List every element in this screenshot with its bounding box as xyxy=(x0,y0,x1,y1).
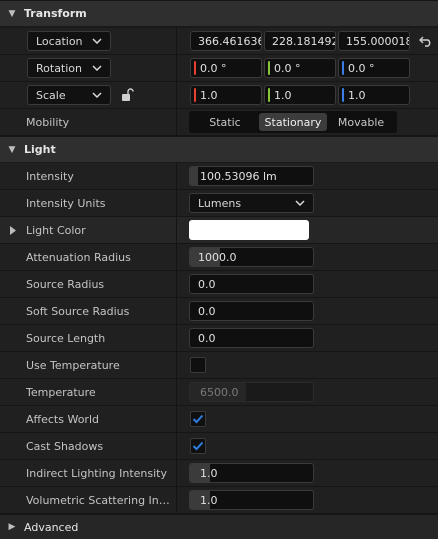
source-radius-value: 0.0 xyxy=(198,277,216,291)
soft-source-radius-label: Soft Source Radius xyxy=(26,304,130,318)
attenuation-radius-field[interactable]: 1000.0 xyxy=(189,247,314,267)
source-radius-row: Source Radius 0.0 xyxy=(0,271,438,298)
chevron-down-icon xyxy=(92,92,102,98)
rotation-y-value: 0.0 ° xyxy=(274,61,301,75)
mobility-label: Mobility xyxy=(26,115,70,129)
scale-label: Scale xyxy=(36,88,66,102)
location-z-field[interactable]: 155.000018 xyxy=(338,31,410,51)
rotation-x-value: 0.0 ° xyxy=(200,61,227,75)
scale-y-value: 1.0 xyxy=(274,88,292,102)
location-dropdown[interactable]: Location xyxy=(27,31,111,51)
temperature-row: Temperature 6500.0 xyxy=(0,379,438,406)
cast-shadows-checkbox[interactable] xyxy=(190,438,206,454)
cast-shadows-row: Cast Shadows xyxy=(0,433,438,460)
use-temperature-label: Use Temperature xyxy=(26,358,120,372)
transform-section-header[interactable]: ▼ Transform xyxy=(0,0,438,26)
mobility-option-stationary[interactable]: Stationary xyxy=(259,113,327,131)
affects-world-row: Affects World xyxy=(0,406,438,433)
indirect-lighting-intensity-value: 1.0 xyxy=(200,466,218,480)
reset-to-default-icon[interactable] xyxy=(419,35,433,47)
scale-z-value: 1.0 xyxy=(348,88,366,102)
cast-shadows-label: Cast Shadows xyxy=(26,439,104,453)
location-y-value: 228.181492 xyxy=(272,34,336,48)
volumetric-scattering-intensity-value: 1.0 xyxy=(200,493,218,507)
use-temperature-row: Use Temperature xyxy=(0,352,438,379)
location-x-field[interactable]: 366.461636 xyxy=(190,31,262,51)
location-z-value: 155.000018 xyxy=(346,34,410,48)
temperature-field: 6500.0 xyxy=(189,382,314,402)
intensity-value: 100.53096 lm xyxy=(200,169,277,183)
details-panel: ▼ Transform Location 366.461636 228.1814… xyxy=(0,0,438,539)
intensity-units-dropdown[interactable]: Lumens xyxy=(189,193,314,213)
indirect-lighting-intensity-label: Indirect Lighting Intensity xyxy=(26,466,167,480)
chevron-right-icon: ▶ xyxy=(8,522,16,532)
mobility-option-movable[interactable]: Movable xyxy=(327,113,395,131)
indirect-lighting-intensity-row: Indirect Lighting Intensity 1.0 xyxy=(0,460,438,487)
location-y-field[interactable]: 228.181492 xyxy=(264,31,336,51)
attenuation-radius-value: 1000.0 xyxy=(198,250,237,264)
light-color-label: Light Color xyxy=(26,223,86,237)
intensity-units-value: Lumens xyxy=(198,196,242,210)
scale-row: Scale 1.0 1.0 1.0 xyxy=(0,82,438,109)
checkmark-icon xyxy=(192,441,204,451)
volumetric-scattering-intensity-row: Volumetric Scattering Inten... 1.0 xyxy=(0,487,438,514)
intensity-label: Intensity xyxy=(26,169,74,183)
scale-x-value: 1.0 xyxy=(200,88,218,102)
volumetric-scattering-intensity-field[interactable]: 1.0 xyxy=(189,490,314,510)
unlock-icon[interactable] xyxy=(120,88,134,102)
light-section-header[interactable]: ▼ Light xyxy=(0,136,438,162)
attenuation-radius-row: Attenuation Radius 1000.0 xyxy=(0,244,438,271)
chevron-down-icon xyxy=(92,38,102,44)
mobility-segmented-control: Static Stationary Movable xyxy=(189,111,397,133)
use-temperature-checkbox[interactable] xyxy=(190,357,206,373)
source-radius-field[interactable]: 0.0 xyxy=(189,274,314,294)
rotation-x-field[interactable]: 0.0 ° xyxy=(190,58,262,78)
advanced-section-header[interactable]: ▶ Advanced xyxy=(0,514,438,539)
rotation-z-field[interactable]: 0.0 ° xyxy=(338,58,410,78)
scale-y-field[interactable]: 1.0 xyxy=(264,85,336,105)
source-length-label: Source Length xyxy=(26,331,106,345)
temperature-label: Temperature xyxy=(26,385,96,399)
source-length-row: Source Length 0.0 xyxy=(0,325,438,352)
location-x-value: 366.461636 xyxy=(198,34,262,48)
light-color-row: Light Color xyxy=(0,217,438,244)
attenuation-radius-label: Attenuation Radius xyxy=(26,250,131,264)
soft-source-radius-row: Soft Source Radius 0.0 xyxy=(0,298,438,325)
intensity-units-row: Intensity Units Lumens xyxy=(0,190,438,217)
source-radius-label: Source Radius xyxy=(26,277,105,291)
mobility-row: Mobility Static Stationary Movable xyxy=(0,109,438,136)
checkmark-icon xyxy=(192,414,204,424)
affects-world-checkbox[interactable] xyxy=(190,411,206,427)
volumetric-scattering-intensity-label: Volumetric Scattering Inten... xyxy=(26,493,174,507)
transform-section-title: Transform xyxy=(24,7,87,20)
intensity-units-label: Intensity Units xyxy=(26,196,106,210)
light-section-title: Light xyxy=(24,143,56,156)
source-length-value: 0.0 xyxy=(198,331,216,345)
soft-source-radius-field[interactable]: 0.0 xyxy=(189,301,314,321)
mobility-option-static[interactable]: Static xyxy=(191,113,259,131)
chevron-down-icon: ▼ xyxy=(8,144,16,155)
rotation-row: Rotation 0.0 ° 0.0 ° 0.0 ° xyxy=(0,55,438,82)
rotation-y-field[interactable]: 0.0 ° xyxy=(264,58,336,78)
rotation-dropdown[interactable]: Rotation xyxy=(27,58,111,78)
chevron-down-icon xyxy=(295,200,305,206)
indirect-lighting-intensity-field[interactable]: 1.0 xyxy=(189,463,314,483)
rotation-label: Rotation xyxy=(36,61,83,75)
affects-world-label: Affects World xyxy=(26,412,99,426)
intensity-field[interactable]: 100.53096 lm xyxy=(189,166,314,186)
rotation-z-value: 0.0 ° xyxy=(348,61,375,75)
light-color-swatch[interactable] xyxy=(189,220,309,240)
scale-dropdown[interactable]: Scale xyxy=(27,85,111,105)
temperature-value: 6500.0 xyxy=(200,385,239,399)
scale-z-field[interactable]: 1.0 xyxy=(338,85,410,105)
location-row: Location 366.461636 228.181492 155.00001… xyxy=(0,28,438,55)
soft-source-radius-value: 0.0 xyxy=(198,304,216,318)
intensity-row: Intensity 100.53096 lm xyxy=(0,163,438,190)
advanced-section-title: Advanced xyxy=(24,520,79,534)
chevron-down-icon: ▼ xyxy=(8,8,16,19)
location-label: Location xyxy=(36,34,83,48)
scale-x-field[interactable]: 1.0 xyxy=(190,85,262,105)
source-length-field[interactable]: 0.0 xyxy=(189,328,314,348)
chevron-down-icon xyxy=(92,65,102,71)
